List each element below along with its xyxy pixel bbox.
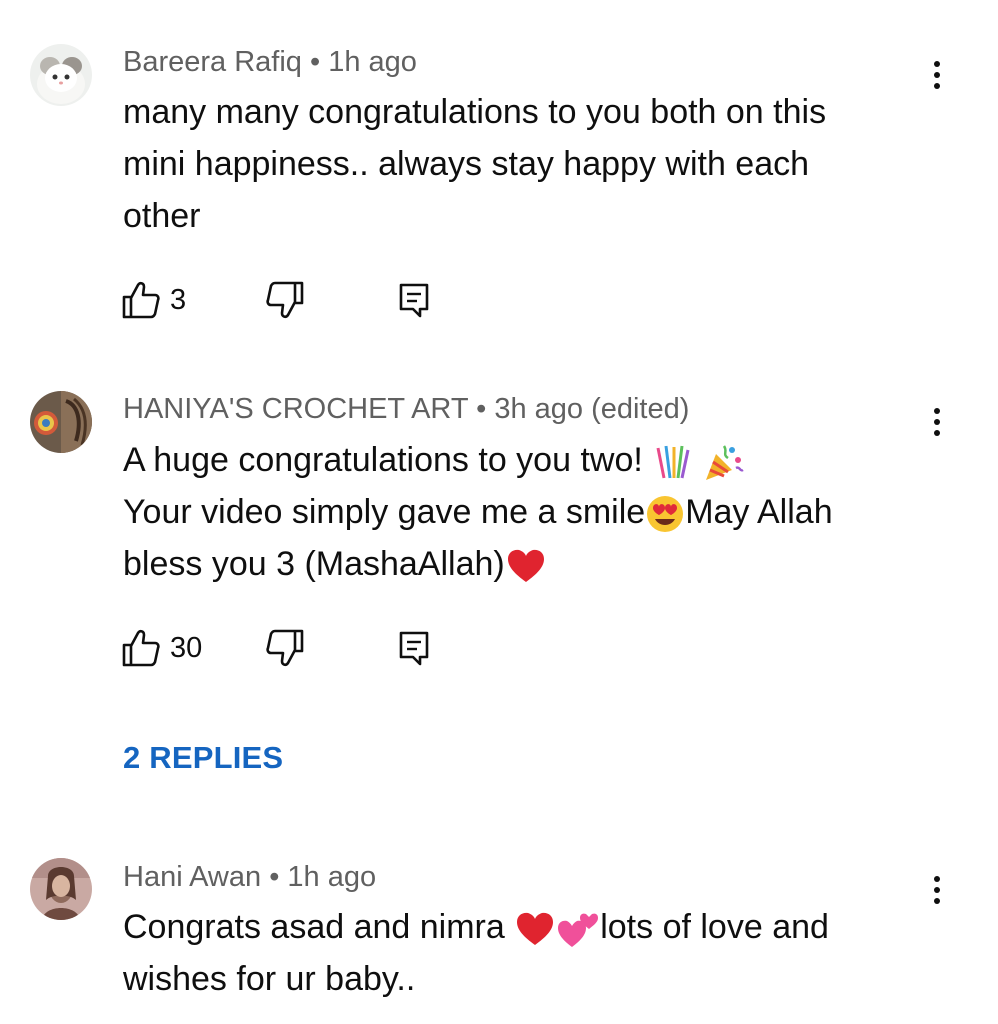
confetti-ball-icon xyxy=(656,445,690,479)
dot xyxy=(934,430,940,436)
dislike-button[interactable] xyxy=(264,278,306,322)
comment-line-text: Your video simply gave me a smile xyxy=(123,493,646,531)
comment-meta: HANIYA'S CROCHET ART • 3h ago (edited) xyxy=(123,393,689,426)
comment-author[interactable]: Bareera Rafiq xyxy=(123,46,302,78)
comment-line: Congrats asad and nimra lots of love and xyxy=(123,901,913,953)
comment-meta: Bareera Rafiq • 1h ago xyxy=(123,46,417,79)
thumbs-up-icon xyxy=(122,629,160,667)
comment-meta: Hani Awan • 1h ago xyxy=(123,861,376,894)
like-count: 30 xyxy=(170,631,203,664)
dot xyxy=(934,408,940,414)
thumbs-down-icon xyxy=(266,281,304,319)
dot xyxy=(934,887,940,893)
dot xyxy=(934,61,940,67)
dot xyxy=(934,898,940,904)
comment-line-text: A huge congratulations to you two! xyxy=(123,441,643,479)
comment-line: many many congratulations to you both on… xyxy=(123,93,827,131)
red-heart-icon xyxy=(507,549,544,583)
comment-line: Your video simply gave me a smile May Al… xyxy=(123,486,913,538)
heart-eyes-icon xyxy=(647,496,684,533)
comment-line: bless you 3 (MashaAllah) xyxy=(123,538,913,590)
reply-button[interactable] xyxy=(394,626,434,670)
comment-time: 3h ago (edited) xyxy=(494,393,690,425)
meta-separator: • xyxy=(269,861,280,893)
like-button[interactable]: 3 xyxy=(120,278,186,322)
avatar[interactable] xyxy=(30,391,92,453)
more-options-button[interactable] xyxy=(918,50,956,100)
comment-line: other xyxy=(123,197,201,235)
two-hearts-icon xyxy=(558,913,599,948)
comment-line: A huge congratulations to you two! xyxy=(123,434,913,486)
comment-author[interactable]: HANIYA'S CROCHET ART xyxy=(123,393,468,425)
reply-button[interactable] xyxy=(394,278,434,322)
like-count: 3 xyxy=(170,283,187,316)
more-options-button[interactable] xyxy=(918,397,956,447)
view-replies-button[interactable]: 2 REPLIES xyxy=(123,740,283,776)
dislike-button[interactable] xyxy=(264,626,306,670)
dot xyxy=(934,72,940,78)
thumbs-down-icon xyxy=(266,629,304,667)
dot xyxy=(934,876,940,882)
comment-line-text: May Allah xyxy=(685,493,833,531)
comment-time: 1h ago xyxy=(287,861,377,893)
kitten-avatar-icon xyxy=(30,44,92,106)
comment-text: Congrats asad and nimra lots of love and… xyxy=(123,901,913,1005)
avatar[interactable] xyxy=(30,44,92,106)
party-popper-icon xyxy=(705,445,744,481)
comment-line-text: bless you 3 (MashaAllah) xyxy=(123,545,505,583)
more-options-button[interactable] xyxy=(918,865,956,915)
reply-comment-icon xyxy=(399,631,429,666)
meta-separator: • xyxy=(310,46,321,78)
crochet-avatar-icon xyxy=(30,391,92,453)
comment-author[interactable]: Hani Awan xyxy=(123,861,261,893)
comment-line-text: lots of love and xyxy=(600,908,829,946)
thumbs-up-icon xyxy=(122,281,160,319)
dot xyxy=(934,83,940,89)
comment-time: 1h ago xyxy=(328,46,417,78)
dot xyxy=(934,419,940,425)
comment-text: many many congratulations to you both on… xyxy=(123,86,913,242)
like-button[interactable]: 30 xyxy=(120,626,202,670)
avatar[interactable] xyxy=(30,858,92,920)
reply-comment-icon xyxy=(399,283,429,318)
comment-line: wishes for ur baby.. xyxy=(123,960,416,998)
red-heart-icon xyxy=(517,912,554,946)
person-avatar-icon xyxy=(30,858,92,920)
comment-line: mini happiness.. always stay happy with … xyxy=(123,145,810,183)
comment-line-text: Congrats asad and nimra xyxy=(123,908,515,946)
comment-text: A huge congratulations to you two! Your … xyxy=(123,434,913,590)
meta-separator: • xyxy=(476,393,487,425)
